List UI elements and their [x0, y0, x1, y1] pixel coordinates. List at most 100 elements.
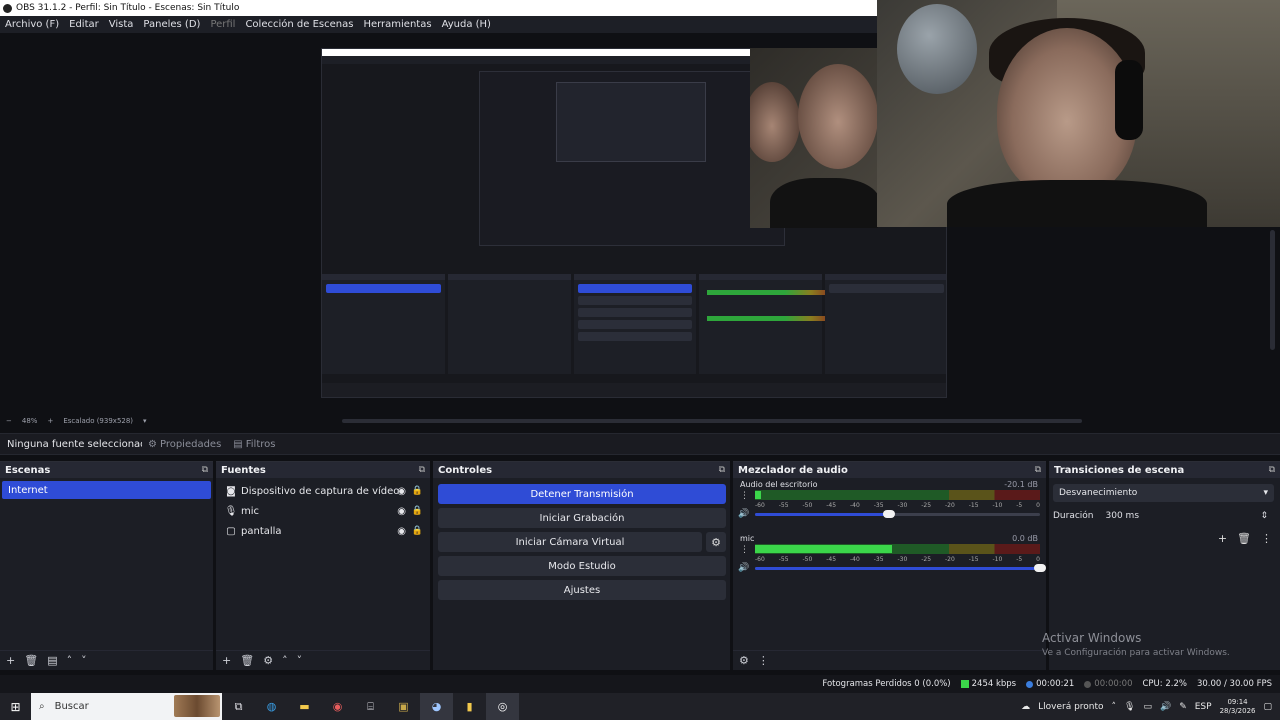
preview-vertical-scrollbar[interactable]: [1270, 230, 1275, 350]
lock-icon[interactable]: 🔒: [412, 506, 423, 516]
nested-webcam-image: [750, 48, 878, 228]
channel-menu-icon[interactable]: ⋮: [740, 545, 749, 555]
windows-start-icon[interactable]: ⊞: [0, 700, 31, 714]
zoom-in-icon[interactable]: +: [47, 417, 53, 425]
advanced-audio-icon[interactable]: ⚙: [739, 654, 749, 667]
duration-row: Duración 300 ms ⇕: [1053, 508, 1274, 524]
move-down-icon[interactable]: ˅: [297, 654, 303, 667]
mixer-menu-icon[interactable]: ⋮: [758, 654, 769, 667]
clock[interactable]: 09:14 28/3/2026: [1220, 698, 1256, 716]
meter-tick: -10: [992, 556, 1003, 563]
studio-mode-button[interactable]: Modo Estudio: [438, 556, 726, 576]
volume-icon[interactable]: 🔊: [1160, 702, 1171, 712]
filter-icon: ▤: [233, 438, 243, 450]
eye-icon[interactable]: ◉: [397, 526, 406, 537]
task-view-icon[interactable]: ⧉: [222, 693, 255, 720]
menu-editar[interactable]: Editar: [64, 19, 104, 30]
virtual-camera-button[interactable]: Iniciar Cámara Virtual ⚙: [438, 532, 726, 552]
app-icon[interactable]: ⌸: [354, 693, 387, 720]
language-indicator[interactable]: ESP: [1195, 702, 1212, 712]
weather-text[interactable]: Lloverá pronto: [1038, 702, 1103, 712]
clock-time: 09:14: [1227, 697, 1248, 706]
virtual-camera-settings-icon[interactable]: ⚙: [706, 532, 726, 552]
weather-icon: ☁: [1021, 701, 1031, 712]
source-item-pantalla[interactable]: ▢ pantalla ◉ 🔒: [216, 521, 430, 541]
undock-icon[interactable]: ⧉: [1035, 465, 1041, 475]
remove-transition-icon[interactable]: 🗑: [1237, 532, 1251, 545]
source-item-video-capture[interactable]: ◙ Dispositivo de captura de vídeo ◉ 🔒: [216, 481, 430, 501]
remove-scene-icon[interactable]: 🗑: [24, 654, 38, 667]
move-up-icon[interactable]: ˄: [282, 654, 288, 667]
stop-streaming-button[interactable]: Detener Transmisión: [438, 484, 726, 504]
undock-icon[interactable]: ⧉: [419, 465, 425, 475]
settings-label: Ajustes: [563, 584, 601, 596]
volume-slider[interactable]: [755, 564, 1046, 572]
start-recording-button[interactable]: Iniciar Grabación: [438, 508, 726, 528]
steam-icon[interactable]: ◕: [420, 693, 453, 720]
menu-archivo[interactable]: Archivo (F): [0, 19, 64, 30]
notifications-icon[interactable]: ▢: [1263, 702, 1272, 712]
meter-tick: -55: [778, 502, 789, 509]
menu-vista[interactable]: Vista: [104, 19, 139, 30]
menu-ayuda[interactable]: Ayuda (H): [437, 19, 496, 30]
pen-icon[interactable]: ✎: [1179, 702, 1187, 712]
microphone-tray-icon[interactable]: 🎙: [1124, 702, 1135, 712]
meter-tick: -45: [826, 502, 837, 509]
remove-source-icon[interactable]: 🗑: [240, 654, 254, 667]
menu-paneles[interactable]: Paneles (D): [138, 19, 205, 30]
meter-tick: -55: [778, 556, 789, 563]
volume-slider[interactable]: [755, 510, 1040, 518]
speaker-icon[interactable]: 🔊: [738, 563, 749, 573]
undock-icon[interactable]: ⧉: [202, 465, 208, 475]
slider-handle[interactable]: [882, 510, 895, 518]
filters-button[interactable]: ▤ Filtros: [227, 434, 281, 454]
menu-coleccion-escenas[interactable]: Colección de Escenas: [240, 19, 358, 30]
zoom-dropdown-icon[interactable]: ▾: [143, 417, 147, 425]
slider-fill: [755, 567, 1040, 570]
lock-icon[interactable]: 🔒: [412, 526, 423, 536]
mixer-channel-desktop: Audio del escritorio -20.1 dB ⋮ -60 -55 -5…: [733, 478, 1046, 532]
source-item-mic[interactable]: 🎙 mic ◉ 🔒: [216, 501, 430, 521]
add-source-icon[interactable]: +: [222, 654, 231, 667]
meter-tick: -40: [850, 556, 860, 563]
network-icon[interactable]: ▭: [1143, 702, 1152, 712]
channel-menu-icon[interactable]: ⋮: [740, 491, 749, 501]
app-icon-2[interactable]: ▣: [387, 693, 420, 720]
move-down-icon[interactable]: ˅: [81, 654, 87, 667]
slider-handle[interactable]: [1034, 564, 1046, 572]
power-bi-icon[interactable]: ▮: [453, 693, 486, 720]
lock-icon[interactable]: 🔒: [412, 486, 423, 496]
monitor-icon: ▢: [226, 525, 236, 537]
properties-button[interactable]: ⚙ Propiedades: [142, 434, 227, 454]
obs-taskbar-icon[interactable]: ◎: [486, 693, 519, 720]
zoom-out-icon[interactable]: −: [6, 417, 12, 425]
menu-herramientas[interactable]: Herramientas: [358, 19, 436, 30]
taskbar-search[interactable]: ⌕ Buscar: [31, 693, 222, 720]
preview-horizontal-scrollbar[interactable]: [342, 419, 1082, 423]
nested-capture-level-2: [479, 71, 785, 246]
duration-input[interactable]: 300 ms ⇕: [1099, 508, 1274, 524]
file-explorer-icon[interactable]: ▬: [288, 693, 321, 720]
eye-icon[interactable]: ◉: [397, 486, 406, 497]
add-scene-icon[interactable]: +: [6, 654, 15, 667]
speaker-icon[interactable]: 🔊: [738, 509, 749, 519]
stepper-icon[interactable]: ⇕: [1260, 511, 1268, 521]
undock-icon[interactable]: ⧉: [1269, 465, 1275, 475]
scene-filters-icon[interactable]: ▤: [47, 654, 57, 667]
chevron-up-icon[interactable]: ˄: [1112, 702, 1117, 712]
slider-fill: [755, 513, 889, 516]
edge-icon[interactable]: ◍: [255, 693, 288, 720]
settings-button[interactable]: Ajustes: [438, 580, 726, 600]
camera-icon: ◙: [226, 485, 236, 497]
menu-perfil[interactable]: Perfil: [205, 19, 240, 30]
eye-icon[interactable]: ◉: [397, 506, 406, 517]
transition-select[interactable]: Desvanecimiento ▾: [1053, 484, 1274, 502]
chrome-icon[interactable]: ◉: [321, 693, 354, 720]
add-transition-icon[interactable]: +: [1218, 532, 1227, 545]
search-icon: ⌕: [39, 701, 45, 712]
transition-menu-icon[interactable]: ⋮: [1261, 532, 1272, 545]
source-settings-icon[interactable]: ⚙: [263, 654, 273, 667]
scene-item-internet[interactable]: Internet: [2, 481, 211, 499]
move-up-icon[interactable]: ˄: [67, 654, 73, 667]
undock-icon[interactable]: ⧉: [719, 465, 725, 475]
